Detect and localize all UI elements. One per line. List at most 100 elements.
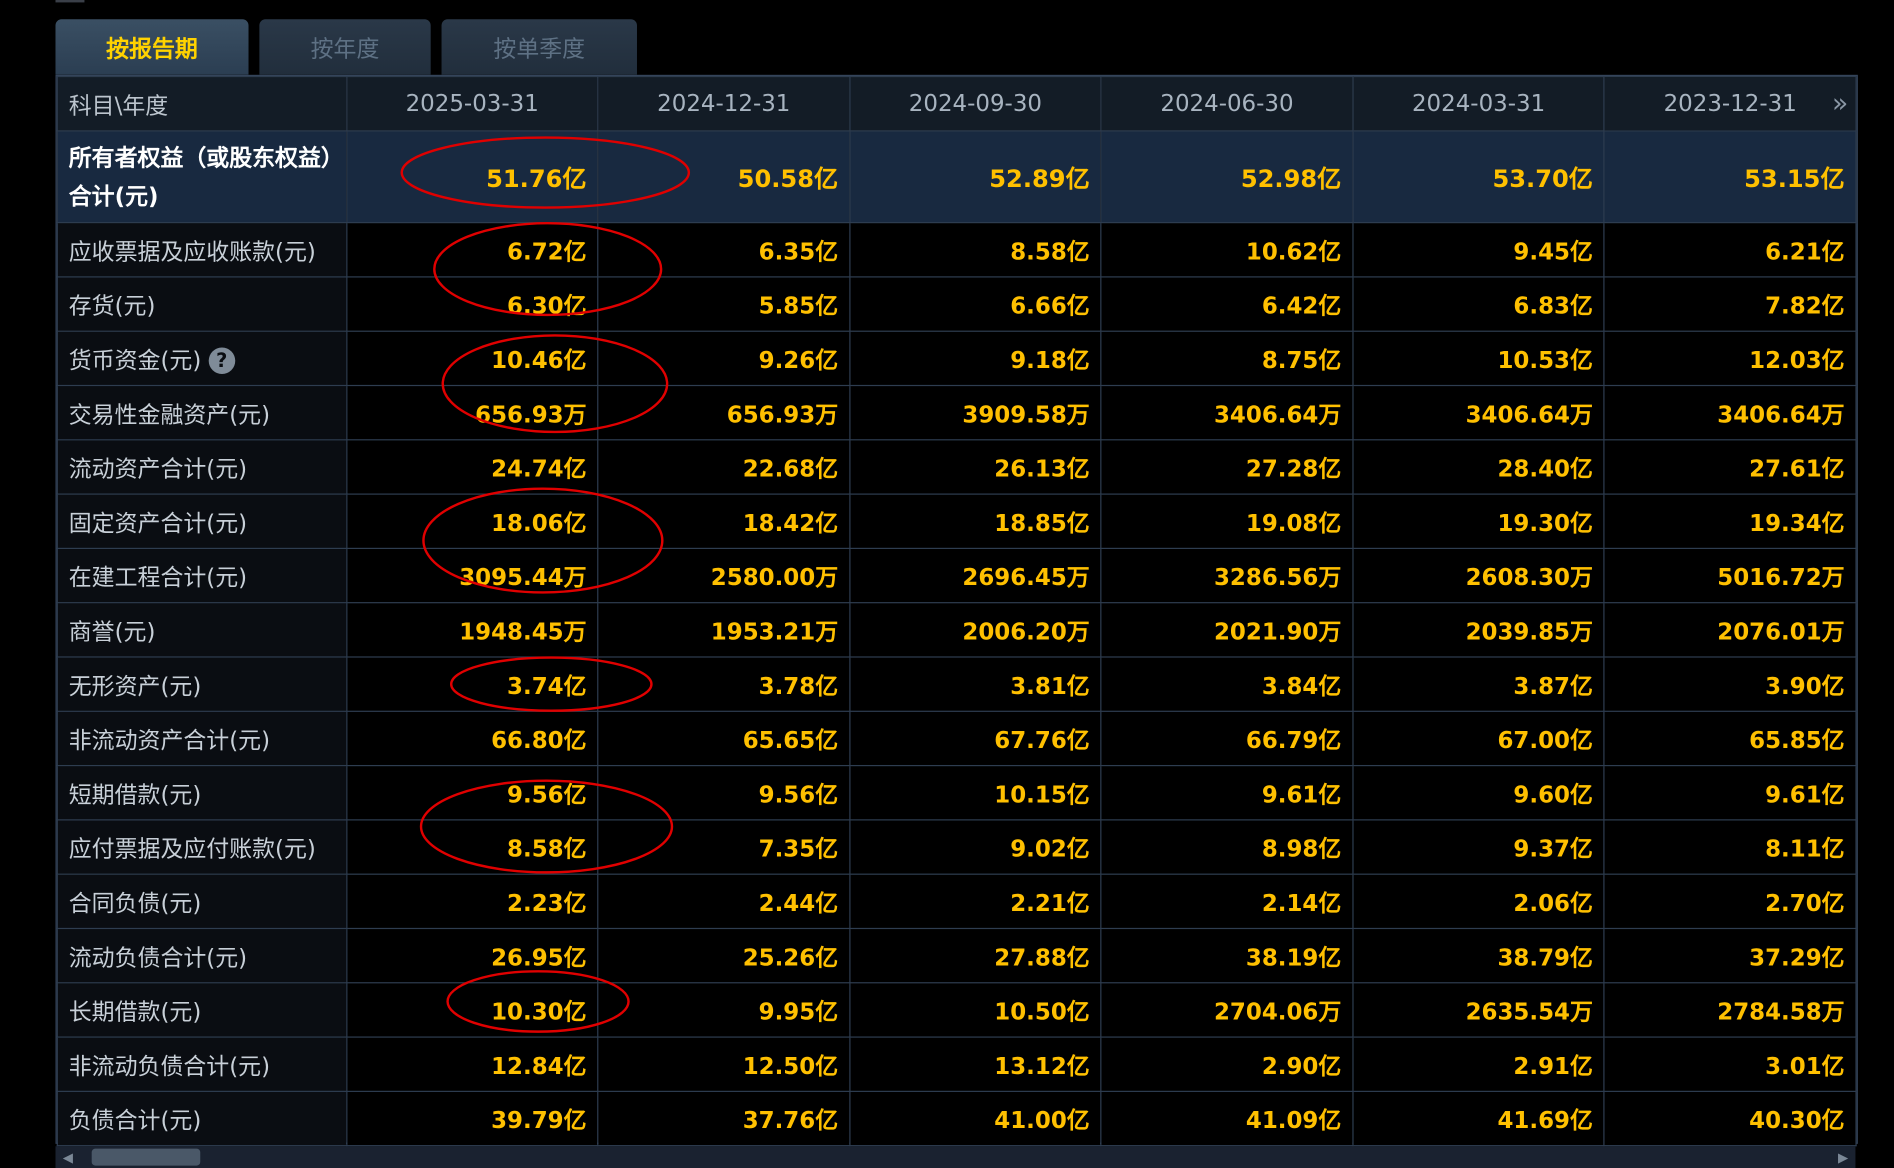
row-label-text: 无形资产(元) <box>68 672 202 700</box>
row-value: 3.01亿 <box>1603 1036 1857 1092</box>
row-value: 1953.21万 <box>597 602 851 658</box>
row-value: 656.93万 <box>597 384 851 441</box>
row-value: 2039.85万 <box>1352 602 1605 658</box>
table-row: 非流动资产合计(元) 66.80亿 65.65亿 67.76亿 66.79亿 67.00亿… <box>56 710 1857 767</box>
row-value: 2.90亿 <box>1100 1036 1354 1092</box>
header-period[interactable]: 2024-12-31 <box>597 76 851 132</box>
row-label-text: 流动负债合计(元) <box>68 944 248 971</box>
row-value: 24.74亿 <box>345 439 599 495</box>
top-strip-box <box>55 0 85 3</box>
row-value: 3.74亿 <box>345 656 599 712</box>
question-circle-icon[interactable]: ? <box>208 347 236 375</box>
row-value: 26.95亿 <box>345 927 599 984</box>
row-label-text: 存货(元) <box>68 292 156 320</box>
double-chevron-right-icon[interactable]: » <box>1832 89 1848 119</box>
tab-by-quarter[interactable]: 按单季度 <box>441 19 637 75</box>
scroll-thumb[interactable] <box>91 1148 201 1166</box>
row-label: 长期借款(元) <box>56 982 348 1038</box>
row-value: 9.18亿 <box>848 330 1102 387</box>
row-value: 2.23亿 <box>345 873 599 930</box>
row-value: 2006.20万 <box>848 602 1102 658</box>
row-value: 37.76亿 <box>597 1090 851 1147</box>
row-value: 27.61亿 <box>1603 439 1857 495</box>
row-value: 9.45亿 <box>1352 222 1605 278</box>
row-label-text: 所有者权益（或股东权益）合计(元) <box>68 144 333 210</box>
row-value: 28.40亿 <box>1352 439 1605 495</box>
row-value: 6.42亿 <box>1100 276 1354 332</box>
row-label: 应收票据及应收账款(元) <box>56 222 348 278</box>
header-period[interactable]: 2024-06-30 <box>1100 76 1354 132</box>
row-value: 8.75亿 <box>1100 330 1354 387</box>
header-period[interactable]: 2024-09-30 <box>848 76 1102 132</box>
row-value: 2580.00万 <box>597 547 851 604</box>
row-label-text: 短期借款(元) <box>68 781 202 808</box>
row-label-text: 商誉(元) <box>68 618 156 645</box>
row-value: 3286.56万 <box>1100 547 1354 604</box>
row-value: 50.58亿 <box>597 130 851 224</box>
row-label-text: 应付票据及应付账款(元) <box>68 835 316 863</box>
row-value: 18.42亿 <box>597 493 851 550</box>
table-row: 在建工程合计(元) 3095.44万 2580.00万 2696.45万 3286.56… <box>56 547 1857 604</box>
row-value: 6.83亿 <box>1352 276 1605 332</box>
row-value: 2076.01万 <box>1603 602 1857 658</box>
row-label-text: 交易性金融资产(元) <box>68 401 271 428</box>
scroll-right-arrow-icon[interactable]: ▶ <box>1838 1150 1848 1166</box>
row-value: 2784.58万 <box>1603 982 1857 1038</box>
table-row: 非流动负债合计(元) 12.84亿 12.50亿 13.12亿 2.90亿 2.91亿 3.… <box>56 1036 1857 1092</box>
tab-by-report-period[interactable]: 按报告期 <box>55 19 249 75</box>
table-row: 短期借款(元) 9.56亿 9.56亿 10.15亿 9.61亿 9.60亿 9.61亿 <box>56 764 1857 821</box>
top-strip <box>55 0 417 5</box>
header-period[interactable]: 2023-12-31 » <box>1603 76 1857 132</box>
row-label-text: 固定资产合计(元) <box>68 509 248 537</box>
row-value: 51.76亿 <box>345 130 599 224</box>
row-value: 40.30亿 <box>1603 1090 1857 1147</box>
row-value: 13.12亿 <box>848 1036 1102 1092</box>
row-label: 流动负债合计(元) <box>56 927 348 984</box>
row-value: 12.50亿 <box>597 1036 851 1092</box>
row-value: 7.82亿 <box>1603 276 1857 332</box>
header-row: 科目\年度 2025-03-31 2024-12-31 2024-09-30 2… <box>56 76 1857 132</box>
table-row: 长期借款(元) 10.30亿 9.95亿 10.50亿 2704.06万 2635.54万… <box>56 982 1857 1038</box>
row-value: 656.93万 <box>345 384 599 441</box>
row-label: 非流动资产合计(元) <box>56 710 348 767</box>
tab-by-year[interactable]: 按年度 <box>259 19 431 75</box>
row-value: 10.53亿 <box>1352 330 1605 387</box>
row-label-text: 在建工程合计(元) <box>68 564 248 591</box>
row-label-text: 合同负债(元) <box>68 889 202 917</box>
table-row: 固定资产合计(元) 18.06亿 18.42亿 18.85亿 19.08亿 19.30亿 1… <box>56 493 1857 550</box>
row-label: 非流动负债合计(元) <box>56 1036 348 1092</box>
row-value: 9.02亿 <box>848 819 1102 875</box>
row-value: 3.90亿 <box>1603 656 1857 712</box>
header-period[interactable]: 2024-03-31 <box>1352 76 1605 132</box>
row-value: 8.98亿 <box>1100 819 1354 875</box>
table-row: 流动资产合计(元) 24.74亿 22.68亿 26.13亿 27.28亿 28.40亿 2… <box>56 439 1857 495</box>
row-value: 10.62亿 <box>1100 222 1354 278</box>
row-value: 53.70亿 <box>1352 130 1605 224</box>
row-label-text: 负债合计(元) <box>68 1107 202 1134</box>
row-value: 3.87亿 <box>1352 656 1605 712</box>
row-value: 26.13亿 <box>848 439 1102 495</box>
row-value: 9.26亿 <box>597 330 851 387</box>
horizontal-scrollbar[interactable]: ◀ ▶ <box>55 1146 1856 1168</box>
header-period[interactable]: 2025-03-31 <box>345 76 599 132</box>
scroll-left-arrow-icon[interactable]: ◀ <box>63 1150 73 1166</box>
row-value: 2704.06万 <box>1100 982 1354 1038</box>
row-value: 52.98亿 <box>1100 130 1354 224</box>
table-row: 合同负债(元) 2.23亿 2.44亿 2.21亿 2.14亿 2.06亿 2.70亿 <box>56 873 1857 930</box>
row-value: 66.80亿 <box>345 710 599 767</box>
row-label: 商誉(元) <box>56 602 348 658</box>
row-label: 所有者权益（或股东权益）合计(元) <box>56 130 348 224</box>
period-tabs: 按报告期 按年度 按单季度 <box>55 19 658 75</box>
row-value: 65.65亿 <box>597 710 851 767</box>
row-value: 41.09亿 <box>1100 1090 1354 1147</box>
balance-sheet-table-frame: 科目\年度 2025-03-31 2024-12-31 2024-09-30 2… <box>55 74 1858 1147</box>
row-value: 3406.64万 <box>1352 384 1605 441</box>
row-value: 27.28亿 <box>1100 439 1354 495</box>
row-value: 3406.64万 <box>1603 384 1857 441</box>
table-row: 流动负债合计(元) 26.95亿 25.26亿 27.88亿 38.19亿 38.79亿 3… <box>56 927 1857 984</box>
row-value: 39.79亿 <box>345 1090 599 1147</box>
row-value: 9.37亿 <box>1352 819 1605 875</box>
table-row: 货币资金(元)? 10.46亿 9.26亿 9.18亿 8.75亿 10.53亿 12.03… <box>56 330 1857 387</box>
row-value: 6.72亿 <box>345 222 599 278</box>
row-value: 41.69亿 <box>1352 1090 1605 1147</box>
